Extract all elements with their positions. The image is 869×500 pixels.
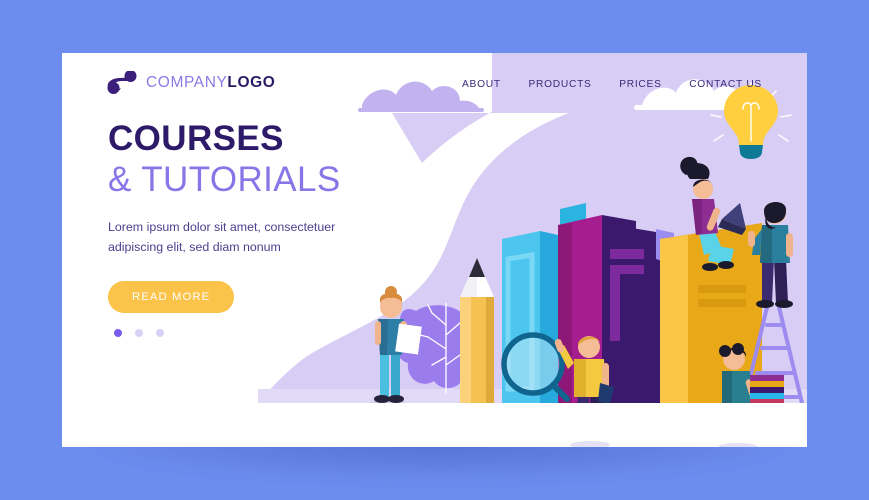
landing-page-card: COMPANYLOGO ABOUT PRODUCTS PRICES CONTAC… [62, 53, 807, 447]
hero-content: COURSES & TUTORIALS Lorem ipsum dolor si… [108, 119, 438, 338]
page-title-line1: COURSES [108, 119, 284, 158]
carousel-dot-1[interactable] [114, 329, 122, 338]
page-root: COMPANYLOGO ABOUT PRODUCTS PRICES CONTAC… [0, 0, 869, 500]
logo-text-light: COMPANY [146, 74, 228, 91]
carousel-dot-2[interactable] [135, 329, 143, 338]
nav-item-about[interactable]: ABOUT [462, 79, 501, 90]
book-dark-purple-illustration [602, 215, 662, 403]
book-stack-carried [750, 375, 784, 405]
logo[interactable]: COMPANYLOGO [107, 70, 275, 95]
carousel-dots [108, 329, 438, 338]
read-more-button[interactable]: READ MORE [108, 281, 235, 314]
nav-item-products[interactable]: PRODUCTS [528, 79, 591, 90]
hero-paragraph: Lorem ipsum dolor sit amet, consectetuer… [108, 219, 336, 255]
main-navigation: ABOUT PRODUCTS PRICES CONTACT US [462, 79, 762, 90]
carousel-dot-3[interactable] [156, 329, 164, 338]
logo-text-bold: LOGO [227, 74, 276, 91]
nav-item-prices[interactable]: PRICES [619, 79, 661, 90]
page-title-line2: & TUTORIALS [108, 159, 341, 199]
logo-text: COMPANYLOGO [146, 74, 275, 92]
swoosh-logo-icon [107, 70, 137, 95]
nav-item-contact-us[interactable]: CONTACT US [689, 79, 762, 90]
